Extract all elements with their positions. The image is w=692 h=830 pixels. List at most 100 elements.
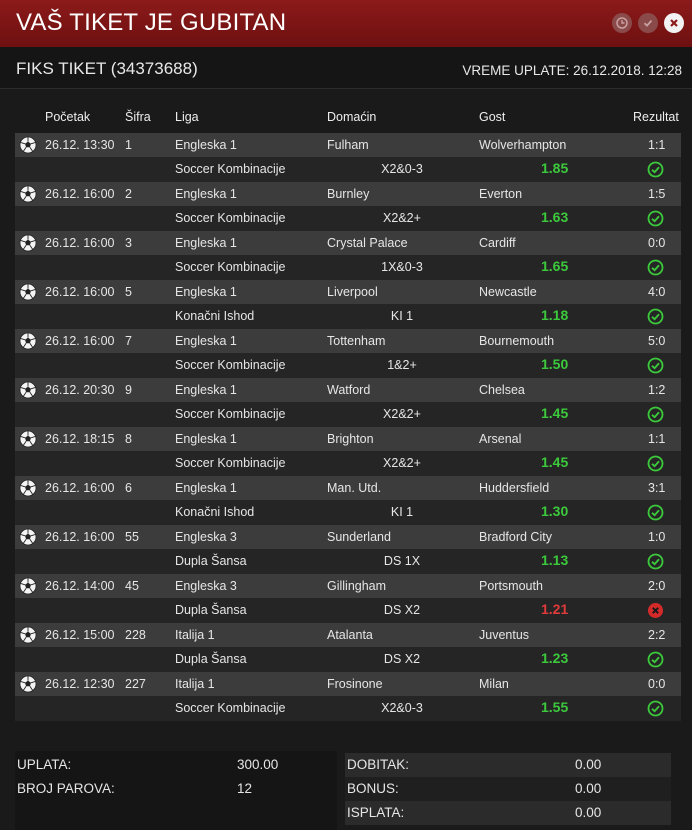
match-code: 3 — [125, 236, 132, 250]
bet-row: Dupla Šansa DS X2 1.23 — [15, 647, 681, 672]
match-item: 26.12. 15:00 228 Italija 1 Atalanta Juventus… — [15, 623, 681, 672]
soccer-ball-icon — [19, 430, 37, 448]
col-code: Šifra — [125, 110, 151, 124]
match-list: 26.12. 13:30 1 Engleska 1 Fulham Wolverhampt… — [15, 133, 681, 721]
close-icon — [670, 19, 678, 27]
match-item: 26.12. 18:15 8 Engleska 1 Brighton Arsenal 1:… — [15, 427, 681, 476]
soccer-ball-icon — [19, 136, 37, 154]
match-code: 7 — [125, 334, 132, 348]
bet-odds: 1.21 — [541, 601, 569, 617]
match-start: 26.12. 18:15 — [45, 432, 115, 446]
bet-row: Soccer Kombinacije X2&0-3 1.85 — [15, 157, 681, 182]
bet-row: Dupla Šansa DS X2 1.21 — [15, 598, 681, 623]
bet-row: Soccer Kombinacije X2&2+ 1.45 — [15, 451, 681, 476]
match-code: 228 — [125, 628, 146, 642]
check-circle-icon — [647, 700, 664, 717]
bet-market: Soccer Kombinacije — [175, 162, 286, 176]
match-item: 26.12. 16:00 7 Engleska 1 Tottenham Bournemo… — [15, 329, 681, 378]
match-result: 1:1 — [648, 138, 666, 152]
title-bar: VAŠ TIKET JE GUBITAN — [0, 0, 692, 47]
history-button[interactable] — [612, 13, 632, 33]
bet-row: Dupla Šansa DS 1X 1.13 — [15, 549, 681, 574]
match-away: Newcastle — [479, 285, 537, 299]
pairs-row: BROJ PAROVA: 12 — [15, 777, 337, 801]
column-headers: Početak Šifra Liga Domaćin Gost Rezultat — [0, 110, 692, 128]
match-start: 26.12. 16:00 — [45, 481, 115, 495]
match-info-row: 26.12. 16:00 55 Engleska 3 Sunderland Bradfo… — [15, 525, 681, 549]
match-info-row: 26.12. 16:00 2 Engleska 1 Burnley Everton 1:5 — [15, 182, 681, 206]
match-item: 26.12. 16:00 6 Engleska 1 Man. Utd. Huddersf… — [15, 476, 681, 525]
bet-row: Soccer Kombinacije 1&2+ 1.50 — [15, 353, 681, 378]
soccer-ball-icon — [19, 234, 37, 252]
match-start: 26.12. 13:30 — [45, 138, 115, 152]
match-info-row: 26.12. 16:00 5 Engleska 1 Liverpool Newcastl… — [15, 280, 681, 304]
col-result: Rezultat — [633, 110, 679, 124]
stake-label: UPLATA: — [17, 757, 72, 772]
match-info-row: 26.12. 15:00 228 Italija 1 Atalanta Juventus… — [15, 623, 681, 647]
match-result: 1:5 — [648, 187, 666, 201]
soccer-ball-icon — [19, 479, 37, 497]
match-home: Man. Utd. — [327, 481, 382, 495]
win-label: DOBITAK: — [347, 757, 410, 772]
soccer-ball-icon — [19, 675, 37, 693]
match-result: 3:1 — [648, 481, 666, 495]
bonus-row: BONUS: 0.00 — [345, 777, 671, 801]
confirm-button[interactable] — [638, 13, 658, 33]
match-start: 26.12. 12:30 — [45, 677, 115, 691]
match-away: Chelsea — [479, 383, 525, 397]
check-circle-icon — [647, 455, 664, 472]
col-start: Početak — [45, 110, 91, 124]
match-code: 5 — [125, 285, 132, 299]
match-result: 0:0 — [648, 677, 666, 691]
bet-market: Soccer Kombinacije — [175, 260, 286, 274]
bonus-value: 0.00 — [575, 781, 602, 796]
match-home: Atalanta — [327, 628, 373, 642]
match-away: Portsmouth — [479, 579, 543, 593]
match-info-row: 26.12. 14:00 45 Engleska 3 Gillingham Portsm… — [15, 574, 681, 598]
match-info-row: 26.12. 18:15 8 Engleska 1 Brighton Arsenal 1:… — [15, 427, 681, 451]
match-league: Italija 1 — [175, 677, 215, 691]
bet-odds: 1.45 — [541, 405, 569, 421]
match-info-row: 26.12. 13:30 1 Engleska 1 Fulham Wolverhampt… — [15, 133, 681, 157]
match-start: 26.12. 16:00 — [45, 530, 115, 544]
close-button[interactable] — [664, 13, 684, 33]
summary: UPLATA: 300.00 BROJ PAROVA: 12 DOBITAK: … — [15, 751, 681, 830]
match-item: 26.12. 16:00 2 Engleska 1 Burnley Everton 1:5… — [15, 182, 681, 231]
soccer-ball-icon — [19, 283, 37, 301]
match-league: Italija 1 — [175, 628, 215, 642]
stake-row: UPLATA: 300.00 — [15, 753, 337, 777]
pairs-value: 12 — [237, 781, 253, 796]
payout-value: 0.00 — [575, 805, 602, 820]
match-league: Engleska 1 — [175, 383, 237, 397]
match-item: 26.12. 16:00 5 Engleska 1 Liverpool Newcastl… — [15, 280, 681, 329]
bet-odds: 1.50 — [541, 356, 569, 372]
match-start: 26.12. 16:00 — [45, 236, 115, 250]
match-result: 1:2 — [648, 383, 666, 397]
bet-pick: X2&2+ — [383, 211, 421, 225]
match-league: Engleska 1 — [175, 187, 237, 201]
bet-row: Soccer Kombinacije X2&0-3 1.55 — [15, 696, 681, 721]
check-circle-icon — [647, 161, 664, 178]
stake-value: 300.00 — [237, 757, 279, 772]
match-league: Engleska 1 — [175, 481, 237, 495]
match-result: 1:0 — [648, 530, 666, 544]
bet-market: Dupla Šansa — [175, 603, 247, 617]
win-row: DOBITAK: 0.00 — [345, 753, 671, 777]
soccer-ball-icon — [19, 528, 37, 546]
bet-pick: X2&0-3 — [381, 701, 423, 715]
clock-icon — [616, 17, 628, 29]
match-item: 26.12. 12:30 227 Italija 1 Frosinone Milan 0:… — [15, 672, 681, 721]
bet-odds: 1.13 — [541, 552, 569, 568]
match-start: 26.12. 16:00 — [45, 285, 115, 299]
match-league: Engleska 3 — [175, 530, 237, 544]
soccer-ball-icon — [19, 626, 37, 644]
bet-pick: DS X2 — [383, 652, 421, 666]
bet-row: Konačni Ishod KI 1 1.30 — [15, 500, 681, 525]
bet-market: Konačni Ishod — [175, 505, 255, 519]
match-info-row: 26.12. 20:30 9 Engleska 1 Watford Chelsea 1:2 — [15, 378, 681, 402]
paid-time: VREME UPLATE: 26.12.2018. 12:28 — [462, 63, 682, 78]
match-away: Bournemouth — [479, 334, 555, 348]
bet-odds: 1.18 — [541, 307, 569, 323]
check-circle-icon — [647, 259, 664, 276]
bet-market: Dupla Šansa — [175, 652, 247, 666]
